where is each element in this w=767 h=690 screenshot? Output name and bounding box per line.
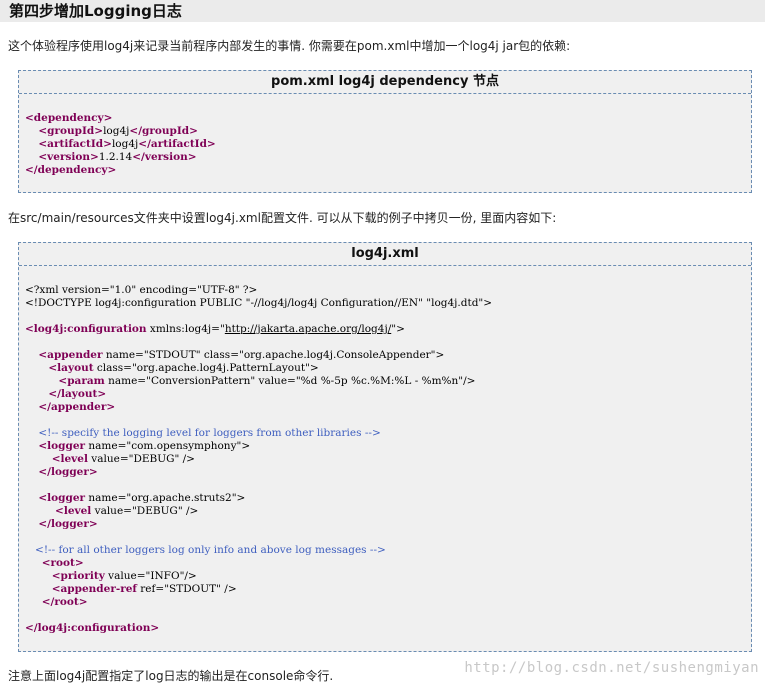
code-tag: </layout> (48, 388, 107, 400)
code-text: <!DOCTYPE log4j:configuration PUBLIC "-/… (25, 297, 493, 309)
code-text: 1.2.14 (98, 151, 133, 163)
code-line: </log4j:configuration> (25, 622, 492, 635)
code-tag: <level (51, 453, 88, 465)
code-text: <?xml version="1.0" encoding="UTF-8" ?> (25, 284, 258, 296)
code-line: <layout class="org.apache.log4j.PatternL… (25, 362, 492, 375)
code-line: <logger name="org.apache.struts2"> (25, 492, 492, 505)
code-comment: <!-- specify the logging level for logge… (38, 427, 381, 439)
code-line: <level value="DEBUG" /> (25, 505, 492, 518)
code-text: value="DEBUG" /> (91, 505, 199, 517)
code-tag: <artifactId> (38, 138, 112, 150)
code-line: <appender name="STDOUT" class="org.apach… (25, 349, 492, 362)
code-line: </logger> (25, 518, 492, 531)
pom-dependency-panel: pom.xml log4j dependency 节点 <dependency>… (18, 70, 752, 193)
log4j-code-block: <?xml version="1.0" encoding="UTF-8" ?> <… (25, 284, 492, 635)
code-tag: <version> (38, 151, 99, 163)
code-text: name="STDOUT" class="org.apache.log4j.Co… (102, 349, 445, 361)
code-tag: <root> (41, 557, 84, 569)
code-tag: </appender> (38, 401, 116, 413)
code-line: </dependency> (25, 164, 216, 177)
code-tag: </logger> (38, 518, 98, 530)
code-tag: <priority (51, 570, 105, 582)
config-paragraph: 在src/main/resources文件夹中设置log4j.xml配置文件. … (8, 211, 557, 225)
namespace-link[interactable]: http://jakarta.apache.org/log4j/ (225, 323, 391, 335)
code-line: <dependency> (25, 112, 216, 125)
code-line: <!DOCTYPE log4j:configuration PUBLIC "-/… (25, 297, 492, 310)
code-tag: <logger (38, 492, 86, 504)
code-tag: <groupId> (38, 125, 104, 137)
code-text: name="org.apache.struts2"> (85, 492, 246, 504)
code-line: <priority value="INFO"/> (25, 570, 492, 583)
code-text: log4j (103, 125, 130, 137)
code-tag: </log4j:configuration> (25, 622, 160, 634)
code-line: </appender> (25, 401, 492, 414)
code-tag: <logger (38, 440, 86, 452)
code-tag: </groupId> (129, 125, 198, 137)
code-comment: <!-- for all other loggers log only info… (35, 544, 386, 556)
code-tag: </artifactId> (138, 138, 216, 150)
code-text: name="com.opensymphony"> (85, 440, 251, 452)
code-line: <!-- for all other loggers log only info… (25, 544, 492, 557)
watermark: http://blog.csdn.net/sushengmiyan (464, 660, 759, 676)
code-text: ref="STDOUT" /> (136, 583, 237, 595)
code-tag: </version> (132, 151, 197, 163)
code-line: <artifactId>log4j</artifactId> (25, 138, 216, 151)
code-line: <param name="ConversionPattern" value="%… (25, 375, 492, 388)
code-tag: <appender (38, 349, 103, 361)
pom-panel-title: pom.xml log4j dependency 节点 (19, 71, 751, 94)
code-text: "> (391, 323, 405, 335)
code-text: log4j (111, 138, 139, 150)
code-text: value="DEBUG" /> (87, 453, 195, 465)
code-text: value="INFO"/> (104, 570, 197, 582)
intro-paragraph: 这个体验程序使用log4j来记录当前程序内部发生的事情. 你需要在pom.xml… (8, 39, 571, 53)
code-line: <groupId>log4j</groupId> (25, 125, 216, 138)
pom-code-block: <dependency> <groupId>log4j</groupId> <a… (25, 112, 216, 177)
code-line: <version>1.2.14</version> (25, 151, 216, 164)
code-line: <root> (25, 557, 492, 570)
code-line: <level value="DEBUG" /> (25, 453, 492, 466)
code-line: </root> (25, 596, 492, 609)
code-tag: <appender-ref (51, 583, 137, 595)
log4j-xml-panel: log4j.xml <?xml version="1.0" encoding="… (18, 242, 752, 652)
code-line: <!-- specify the logging level for logge… (25, 427, 492, 440)
code-tag: <dependency> (25, 112, 113, 124)
footer-note: 注意上面log4j配置指定了log日志的输出是在console命令行. (8, 669, 334, 683)
code-text: class="org.apache.log4j.PatternLayout"> (93, 362, 319, 374)
code-tag: </root> (41, 596, 88, 608)
code-line: <logger name="com.opensymphony"> (25, 440, 492, 453)
code-tag: <level (55, 505, 92, 517)
code-tag: <log4j:configuration (25, 323, 147, 335)
code-line: <?xml version="1.0" encoding="UTF-8" ?> (25, 284, 492, 297)
code-line: </layout> (25, 388, 492, 401)
code-tag: </dependency> (25, 164, 117, 176)
code-text: name="ConversionPattern" value="%d %-5p … (104, 375, 476, 387)
log4j-panel-title: log4j.xml (19, 243, 751, 266)
code-line: <appender-ref ref="STDOUT" /> (25, 583, 492, 596)
section-heading: 第四步增加Logging日志 (0, 0, 765, 22)
code-tag: <param (58, 375, 105, 387)
code-line: <log4j:configuration xmlns:log4j="http:/… (25, 323, 492, 336)
code-text: xmlns:log4j=" (146, 323, 225, 335)
code-tag: </logger> (38, 466, 98, 478)
code-line: </logger> (25, 466, 492, 479)
code-tag: <layout (48, 362, 94, 374)
